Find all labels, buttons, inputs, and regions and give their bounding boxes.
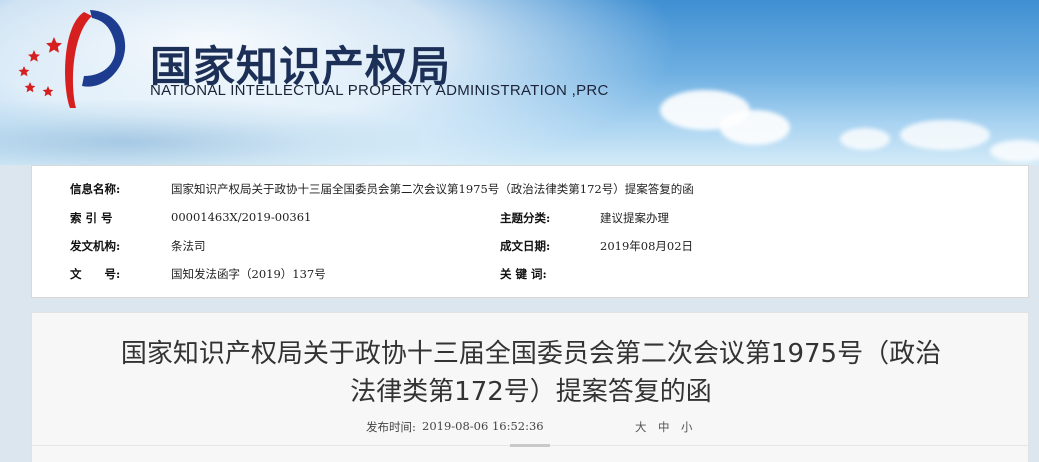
article-title-line-2: 法律类第172号）提案答复的函 bbox=[350, 377, 712, 407]
info-name-value: 国家知识产权局关于政协十三届全国委员会第二次会议第1975号（政治法律类第172… bbox=[171, 182, 694, 196]
document-info-panel: 信息名称: 国家知识产权局关于政协十三届全国委员会第二次会议第1975号（政治法… bbox=[31, 165, 1029, 298]
info-index-value: 00001463X/2019-00361 bbox=[171, 210, 312, 224]
font-size-small-button[interactable]: 小 bbox=[681, 419, 693, 435]
cloud-decoration bbox=[840, 128, 890, 150]
info-issuer-label: 发文机构: bbox=[70, 239, 121, 253]
site-title-en: NATIONAL INTELLECTUAL PROPERTY ADMINISTR… bbox=[150, 82, 609, 99]
publish-time-label: 发布时间: bbox=[366, 420, 416, 434]
title-divider-accent bbox=[510, 444, 550, 447]
info-doc-number-value: 国知发法函字（2019）137号 bbox=[171, 267, 326, 281]
article-header: 国家知识产权局关于政协十三届全国委员会第二次会议第1975号（政治 法律类第17… bbox=[31, 312, 1030, 462]
info-category-label: 主题分类: bbox=[500, 211, 551, 225]
info-issuer-value: 条法司 bbox=[171, 239, 206, 253]
cloud-decoration bbox=[720, 110, 790, 145]
article-title: 国家知识产权局关于政协十三届全国委员会第二次会议第1975号（政治 法律类第17… bbox=[32, 335, 1030, 411]
publish-time-value: 2019-08-06 16:52:36 bbox=[422, 419, 544, 433]
info-date-value: 2019年08月02日 bbox=[600, 239, 694, 253]
info-keywords-label: 关 键 词: bbox=[500, 267, 547, 281]
info-doc-number-label: 文 号: bbox=[70, 267, 121, 281]
info-category-value: 建议提案办理 bbox=[600, 211, 669, 225]
article-title-line-1: 国家知识产权局关于政协十三届全国委员会第二次会议第1975号（政治 bbox=[120, 339, 942, 369]
article-meta: 发布时间: 2019-08-06 16:52:36 大 中 小 bbox=[32, 419, 1030, 437]
site-banner: 国家知识产权局 NATIONAL INTELLECTUAL PROPERTY A… bbox=[0, 0, 1039, 165]
cnipa-logo-icon[interactable] bbox=[10, 4, 140, 114]
info-name-label: 信息名称: bbox=[70, 182, 121, 196]
info-date-label: 成文日期: bbox=[500, 239, 551, 253]
info-index-label: 索 引 号 bbox=[70, 211, 113, 225]
font-size-large-button[interactable]: 大 bbox=[635, 419, 647, 435]
cloud-decoration bbox=[900, 120, 990, 150]
cloud-decoration bbox=[990, 140, 1039, 162]
font-size-medium-button[interactable]: 中 bbox=[658, 419, 670, 435]
